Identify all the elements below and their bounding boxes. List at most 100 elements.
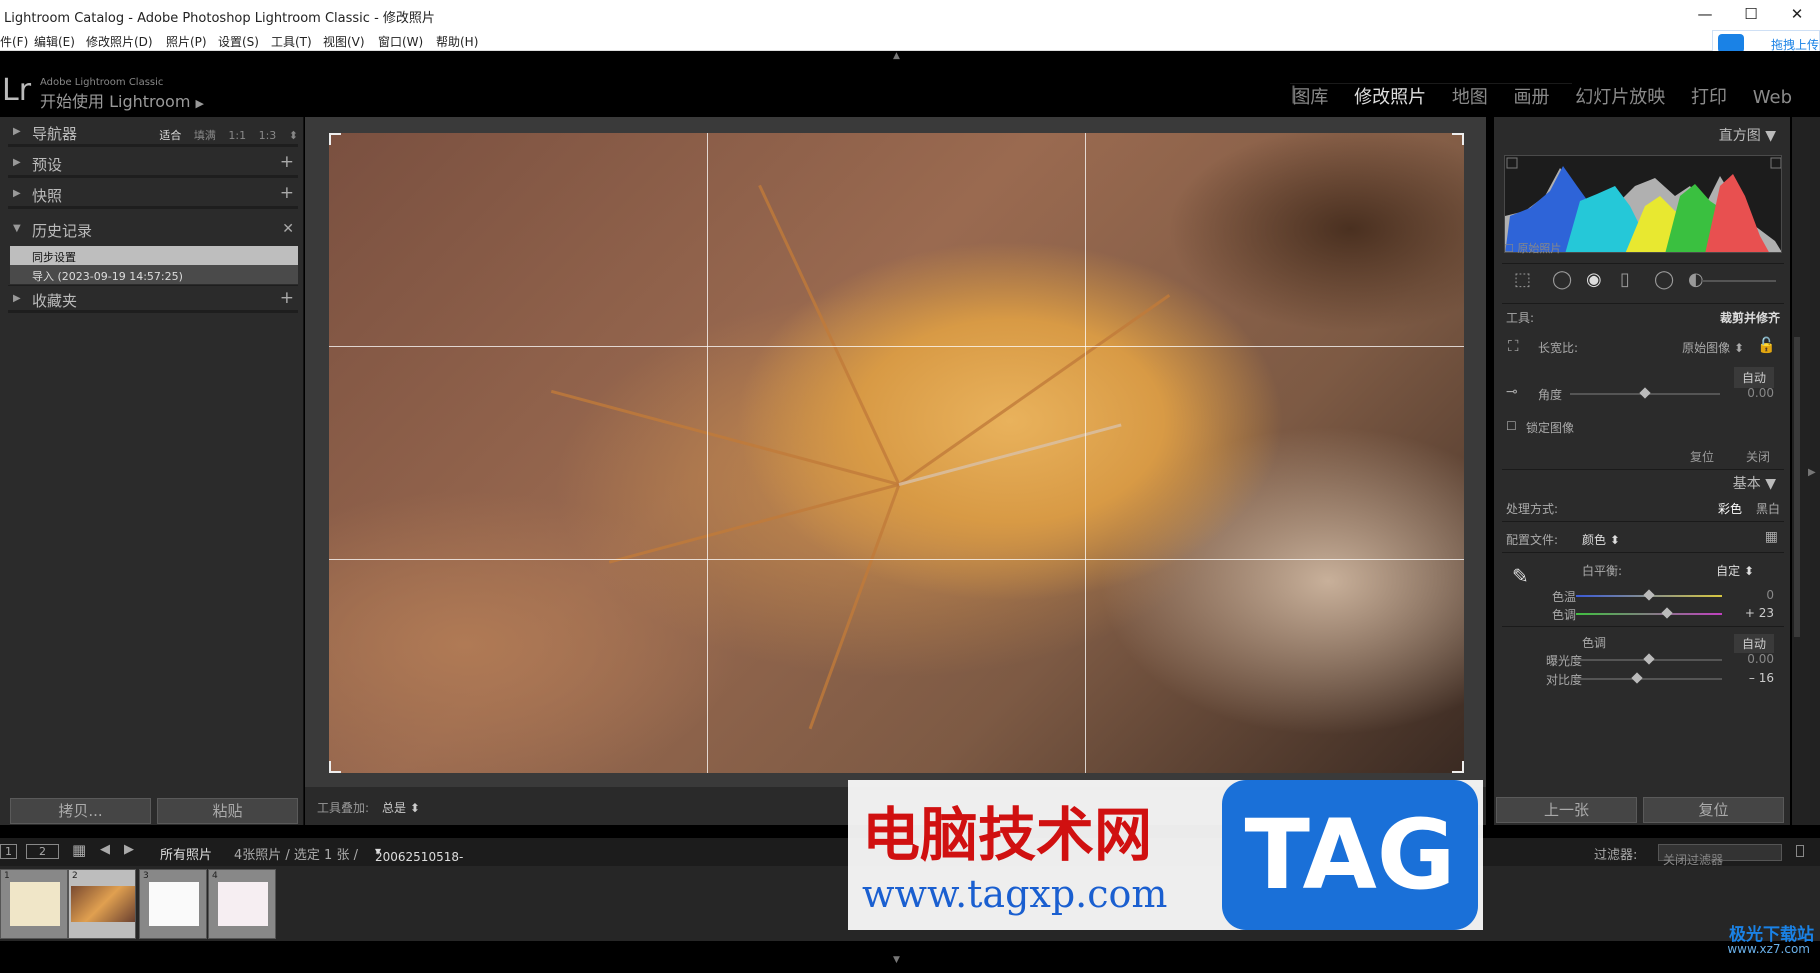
module-web[interactable]: Web xyxy=(1743,87,1802,108)
spot-removal-icon[interactable]: ◯ xyxy=(1552,269,1572,290)
lock-icon[interactable]: 🔓 xyxy=(1757,336,1776,354)
menu-tools[interactable]: 工具(T) xyxy=(271,33,312,50)
close-button[interactable]: ✕ xyxy=(1774,0,1820,29)
previous-arrow-icon[interactable]: ◀ xyxy=(100,842,110,857)
contrast-slider-knob[interactable] xyxy=(1631,672,1643,684)
next-arrow-icon[interactable]: ▶ xyxy=(124,842,134,857)
eyedropper-icon[interactable]: ✎ xyxy=(1512,564,1529,588)
treatment-color-button[interactable]: 彩色 xyxy=(1718,500,1742,517)
right-panel-scrollbar[interactable] xyxy=(1794,337,1800,637)
history-header[interactable]: ▼ 历史记录 ✕ xyxy=(8,216,298,244)
exposure-value[interactable]: 0.00 xyxy=(1747,652,1774,666)
contrast-slider[interactable] xyxy=(1576,678,1722,680)
straighten-tool-icon[interactable]: ⊸ xyxy=(1506,384,1518,400)
module-print[interactable]: 打印 xyxy=(1681,87,1737,108)
filter-lock-icon[interactable] xyxy=(1796,845,1804,857)
filter-select[interactable]: 关闭过滤器 xyxy=(1658,844,1782,867)
module-slideshow[interactable]: 幻灯片放映 xyxy=(1565,87,1675,108)
reset-button[interactable]: 复位 xyxy=(1643,797,1784,823)
collapse-top-icon[interactable]: ▲ xyxy=(893,51,900,61)
thumbnail-selected[interactable]: 2 xyxy=(68,869,136,939)
angle-auto-button[interactable]: 自动 xyxy=(1733,367,1774,388)
tint-slider[interactable] xyxy=(1576,613,1722,615)
menu-settings[interactable]: 设置(S) xyxy=(218,33,259,50)
crop-close-button[interactable]: 关闭 xyxy=(1746,448,1770,465)
profile-browser-icon[interactable]: ▦ xyxy=(1765,529,1778,545)
copy-button[interactable]: 拷贝... xyxy=(10,798,151,824)
tint-slider-knob[interactable] xyxy=(1660,607,1673,619)
menu-edit[interactable]: 编辑(E) xyxy=(34,33,75,50)
crop-tool-icon[interactable]: ⬚ xyxy=(1514,269,1531,290)
photo-autumn-leaf[interactable] xyxy=(329,133,1464,773)
menu-help[interactable]: 帮助(H) xyxy=(436,33,478,50)
leaf-vein xyxy=(758,184,901,486)
wb-select[interactable]: 自定 ⬍ xyxy=(1716,562,1754,579)
contrast-value[interactable]: – 16 xyxy=(1749,671,1774,685)
exposure-slider-knob[interactable] xyxy=(1643,653,1655,665)
menu-file[interactable]: 件(F) xyxy=(0,33,28,50)
module-map[interactable]: 地图 xyxy=(1442,87,1498,108)
crop-handle-bottom-right[interactable] xyxy=(1452,761,1464,773)
red-eye-icon[interactable]: ◉ xyxy=(1586,269,1602,290)
crop-frame-icon[interactable]: ⛶ xyxy=(1508,337,1519,355)
paste-button[interactable]: 粘贴 xyxy=(157,798,298,824)
zoom-fit[interactable]: 适合 xyxy=(159,129,181,142)
collections-header[interactable]: ▶ 收藏夹 + xyxy=(8,285,298,313)
profile-select[interactable]: 颜色 ⬍ xyxy=(1582,531,1620,548)
maximize-button[interactable]: ☐ xyxy=(1728,0,1774,29)
snapshots-header[interactable]: ▶ 快照 + xyxy=(8,181,298,209)
expand-right-icon[interactable]: ▶ xyxy=(1808,467,1816,478)
add-collection-icon[interactable]: + xyxy=(280,288,294,308)
previous-button[interactable]: 上一张 xyxy=(1496,797,1637,823)
add-snapshot-icon[interactable]: + xyxy=(280,183,294,203)
temp-value[interactable]: 0 xyxy=(1766,588,1774,602)
tool-overlay-select[interactable]: 总是 ⬍ xyxy=(382,799,420,816)
menu-view[interactable]: 视图(V) xyxy=(323,33,365,50)
brand-line2[interactable]: 开始使用 Lightroom ▶ xyxy=(40,88,204,112)
angle-value[interactable]: 0.00 xyxy=(1747,386,1774,400)
thumbnail[interactable]: 1 xyxy=(0,869,68,939)
minimize-button[interactable]: — xyxy=(1682,0,1728,29)
tone-auto-button[interactable]: 自动 xyxy=(1733,634,1774,653)
menu-window[interactable]: 窗口(W) xyxy=(378,33,423,50)
zoom-fill[interactable]: 填满 xyxy=(194,129,216,142)
thumbnail[interactable]: 4 xyxy=(208,869,276,939)
image-canvas[interactable] xyxy=(305,117,1486,787)
collapse-bottom-icon[interactable]: ▼ xyxy=(893,955,900,965)
histogram-header[interactable]: 直方图 ▼ xyxy=(1719,125,1776,145)
menu-photo[interactable]: 照片(P) xyxy=(166,33,207,50)
crop-reset-button[interactable]: 复位 xyxy=(1690,448,1714,465)
menu-develop[interactable]: 修改照片(D) xyxy=(86,33,153,50)
clear-history-icon[interactable]: ✕ xyxy=(282,221,294,237)
graduated-filter-icon[interactable]: ▯ xyxy=(1620,269,1630,290)
angle-slider-knob[interactable] xyxy=(1639,387,1651,399)
history-item[interactable]: 导入 (2023-09-19 14:57:25) xyxy=(10,265,298,284)
view-2-button[interactable]: 2 xyxy=(26,844,59,859)
tint-value[interactable]: + 23 xyxy=(1745,606,1774,620)
zoom-stepper-icon[interactable]: ⬍ xyxy=(289,129,298,142)
filename[interactable]: 20062510518-6-1200.raw ▾ xyxy=(375,844,463,878)
treatment-bw-button[interactable]: 黑白 xyxy=(1756,500,1780,517)
crop-handle-top-left[interactable] xyxy=(329,133,341,145)
history-item[interactable]: 同步设置 xyxy=(10,246,298,265)
source-label[interactable]: 所有照片 xyxy=(160,844,212,863)
add-preset-icon[interactable]: + xyxy=(280,152,294,172)
view-1-button[interactable]: 1 xyxy=(0,844,17,859)
brush-slider[interactable] xyxy=(1702,280,1776,282)
radial-filter-icon[interactable]: ◯ xyxy=(1654,269,1674,290)
navigator-header[interactable]: ▶ 导航器 适合 填满 1:1 1:3 ⬍ xyxy=(8,119,298,147)
module-book[interactable]: 画册 xyxy=(1504,87,1560,108)
crop-handle-bottom-left[interactable] xyxy=(329,761,341,773)
basic-header[interactable]: 基本 ▼ xyxy=(1733,473,1776,493)
zoom-1-3[interactable]: 1:3 xyxy=(259,129,277,142)
presets-header[interactable]: ▶ 预设 + xyxy=(8,150,298,178)
crop-handle-top-right[interactable] xyxy=(1452,133,1464,145)
original-photo-toggle[interactable]: ☐ 原始照片 xyxy=(1504,240,1561,256)
grid-view-icon[interactable]: ▦ xyxy=(72,841,86,859)
module-develop[interactable]: 修改照片 xyxy=(1344,87,1436,108)
temp-slider-knob[interactable] xyxy=(1643,589,1655,601)
angle-label: 角度 xyxy=(1538,388,1563,402)
aspect-select[interactable]: 原始图像 ⬍ xyxy=(1682,339,1744,356)
thumbnail[interactable]: 3 xyxy=(139,869,207,939)
zoom-1-1[interactable]: 1:1 xyxy=(228,129,246,142)
